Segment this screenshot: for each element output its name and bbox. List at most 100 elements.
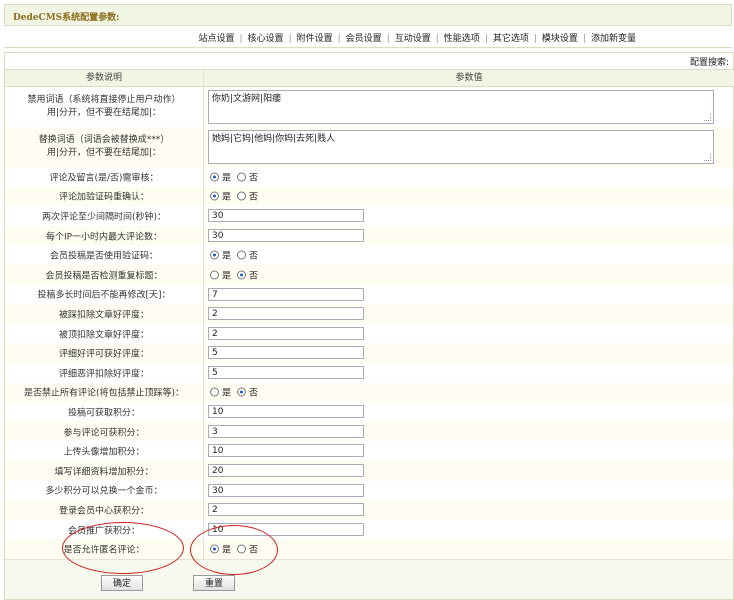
nav-link[interactable]: 其它选项 xyxy=(493,34,529,44)
nav-link[interactable]: 互动设置 xyxy=(395,34,431,44)
radio-yes[interactable] xyxy=(210,250,219,260)
config-row: 上传头像增加积分： 10 xyxy=(5,441,733,462)
radio-yes[interactable] xyxy=(210,387,219,397)
nav-separator: | xyxy=(288,34,292,44)
radio-group: 是否 xyxy=(210,190,264,203)
radio-no-label[interactable]: 否 xyxy=(249,271,258,281)
config-text-input[interactable]: 5 xyxy=(208,366,364,379)
config-text-input[interactable]: 30 xyxy=(208,228,364,242)
nav-link[interactable]: 核心设置 xyxy=(248,34,284,44)
config-value-cell: 30 xyxy=(203,480,734,501)
config-text-input[interactable]: 30 xyxy=(208,483,364,497)
config-row: 评论加验证码重确认：是否 xyxy=(5,186,733,208)
config-textarea[interactable]: 她妈|它妈|他妈|你妈|去死|贱人 xyxy=(208,130,714,164)
radio-group: 是否 xyxy=(210,249,264,262)
radio-no[interactable] xyxy=(237,270,247,280)
radio-yes-label[interactable]: 是 xyxy=(222,193,231,203)
config-text-input[interactable]: 30 xyxy=(208,209,364,223)
config-text-input[interactable]: 7 xyxy=(208,287,364,301)
nav-separator: | xyxy=(484,34,488,44)
nav-separator: | xyxy=(239,34,243,44)
config-label: 评细好评可获好评度： xyxy=(58,349,149,360)
nav-link[interactable]: 性能选项 xyxy=(444,34,480,44)
config-value-cell: 是否 xyxy=(203,539,734,559)
config-row: 每个IP一小时内最大评论数： 30 xyxy=(5,225,734,247)
config-row: 两次评论至少间隔时间(秒钟)： 30 xyxy=(5,206,733,227)
radio-no[interactable] xyxy=(237,387,247,397)
config-text-input[interactable]: 20 xyxy=(208,464,364,477)
config-label: 投稿可获取积分： xyxy=(67,408,140,419)
radio-no-label[interactable]: 否 xyxy=(249,389,258,399)
config-value-cell: 2 xyxy=(203,323,734,344)
radio-group: 是否 xyxy=(210,386,264,399)
config-row: 会员投稿是否检测重复标题：是否 xyxy=(5,265,733,286)
page-title: DedeCMS系统配置参数: xyxy=(13,13,120,23)
config-row: 登录会员中心获积分： 2 xyxy=(5,500,733,521)
radio-yes-label[interactable]: 是 xyxy=(222,271,231,281)
radio-yes[interactable] xyxy=(210,191,219,201)
radio-yes-label[interactable]: 是 xyxy=(222,173,231,183)
config-value-cell: 30 xyxy=(203,225,734,246)
radio-yes[interactable] xyxy=(210,270,219,280)
radio-no-label[interactable]: 否 xyxy=(249,193,258,203)
config-label: 每个IP一小时内最大评论数： xyxy=(45,232,163,243)
config-row: 填写详细资料增加积分： 20 xyxy=(5,461,733,482)
config-text-input[interactable]: 2 xyxy=(208,503,364,517)
config-label: 替换词语（词语会被替换成***） 用|分开，但不要在结尾加|： xyxy=(5,134,203,160)
config-text-input[interactable]: 3 xyxy=(208,424,364,438)
config-text-input[interactable]: 10 xyxy=(208,444,364,458)
panel-header: 配置搜索: xyxy=(5,53,733,70)
config-text-input[interactable]: 5 xyxy=(208,346,364,360)
radio-no[interactable] xyxy=(237,250,247,260)
config-row: 评细好评可获好评度： 5 xyxy=(5,343,733,364)
config-label: 登录会员中心获积分： xyxy=(58,506,149,517)
radio-yes[interactable] xyxy=(210,172,219,182)
annotation-circle-left xyxy=(62,522,184,574)
config-text-input[interactable]: 2 xyxy=(208,326,364,340)
radio-group: 是否 xyxy=(210,170,264,183)
config-text-input[interactable]: 2 xyxy=(208,307,364,321)
nav-link[interactable]: 站点设置 xyxy=(198,34,234,44)
config-value-cell: 是否 xyxy=(203,382,734,403)
resize-grip-icon[interactable] xyxy=(704,154,711,161)
config-value-cell: 10 xyxy=(203,402,734,422)
textarea-value: 她妈|它妈|他妈|你妈|去死|贱人 xyxy=(212,134,336,144)
config-label: 会员投稿是否检测重复标题： xyxy=(45,271,163,282)
radio-yes-label[interactable]: 是 xyxy=(222,252,231,262)
page-title-bar: DedeCMS系统配置参数: xyxy=(4,4,732,26)
config-row: 多少积分可以兑换一个金币： 30 xyxy=(5,480,734,502)
radio-yes-label[interactable]: 是 xyxy=(222,389,231,399)
textarea-value: 你奶|文游网|阳痿 xyxy=(212,94,282,104)
confirm-button[interactable]: 确定 xyxy=(101,575,143,591)
config-value-cell: 2 xyxy=(203,304,734,324)
config-value-cell: 10 xyxy=(203,519,734,540)
nav-link[interactable]: 附件设置 xyxy=(297,34,333,44)
config-label: 上传头像增加积分： xyxy=(63,447,145,458)
nav-link[interactable]: 会员设置 xyxy=(346,34,382,44)
config-label: 多少积分可以兑换一个金币： xyxy=(45,486,163,497)
nav-separator: | xyxy=(435,34,439,44)
config-text-input[interactable]: 10 xyxy=(208,405,364,419)
config-row: 禁用词语（系统将直接停止用户动作） 用|分开，但不要在结尾加|： 你奶|文游网|阳痿 xyxy=(5,87,733,128)
radio-group: 是否 xyxy=(210,268,264,281)
config-label: 禁用词语（系统将直接停止用户动作） 用|分开，但不要在结尾加|： xyxy=(5,94,203,120)
nav-link[interactable]: 添加新变量 xyxy=(591,34,636,44)
radio-no-label[interactable]: 否 xyxy=(249,173,258,183)
config-textarea[interactable]: 你奶|文游网|阳痿 xyxy=(208,90,714,124)
config-label: 会员投稿是否使用验证码： xyxy=(49,251,158,262)
nav-link[interactable]: 模块设置 xyxy=(542,34,578,44)
resize-grip-icon[interactable] xyxy=(704,114,711,121)
config-label-line: 用|分开，但不要在结尾加|： xyxy=(46,108,162,118)
config-label: 评细恶评扣除好评度： xyxy=(58,369,149,380)
radio-no[interactable] xyxy=(237,172,247,182)
radio-no[interactable] xyxy=(237,191,247,201)
config-label: 填写详细资料增加积分： xyxy=(54,467,154,478)
nav-separator: | xyxy=(337,34,341,44)
radio-no-label[interactable]: 否 xyxy=(249,252,258,262)
settings-nav: 站点设置 | 核心设置 | 附件设置 | 会员设置 | 互动设置 | 性能选项 | 其它选项 | 模块设置 |… xyxy=(4,27,732,48)
nav-separator: | xyxy=(582,34,586,44)
config-value-cell: 5 xyxy=(203,363,734,383)
settings-nav-items: 站点设置 | 核心设置 | 附件设置 | 会员设置 | 互动设置 | 性能选项 | 其它选项 | 模块设置 |… xyxy=(198,31,636,44)
reset-button[interactable]: 重置 xyxy=(193,575,235,591)
config-row: 替换词语（词语会被替换成***） 用|分开，但不要在结尾加|： 她妈|它妈|他妈|你… xyxy=(5,127,733,168)
